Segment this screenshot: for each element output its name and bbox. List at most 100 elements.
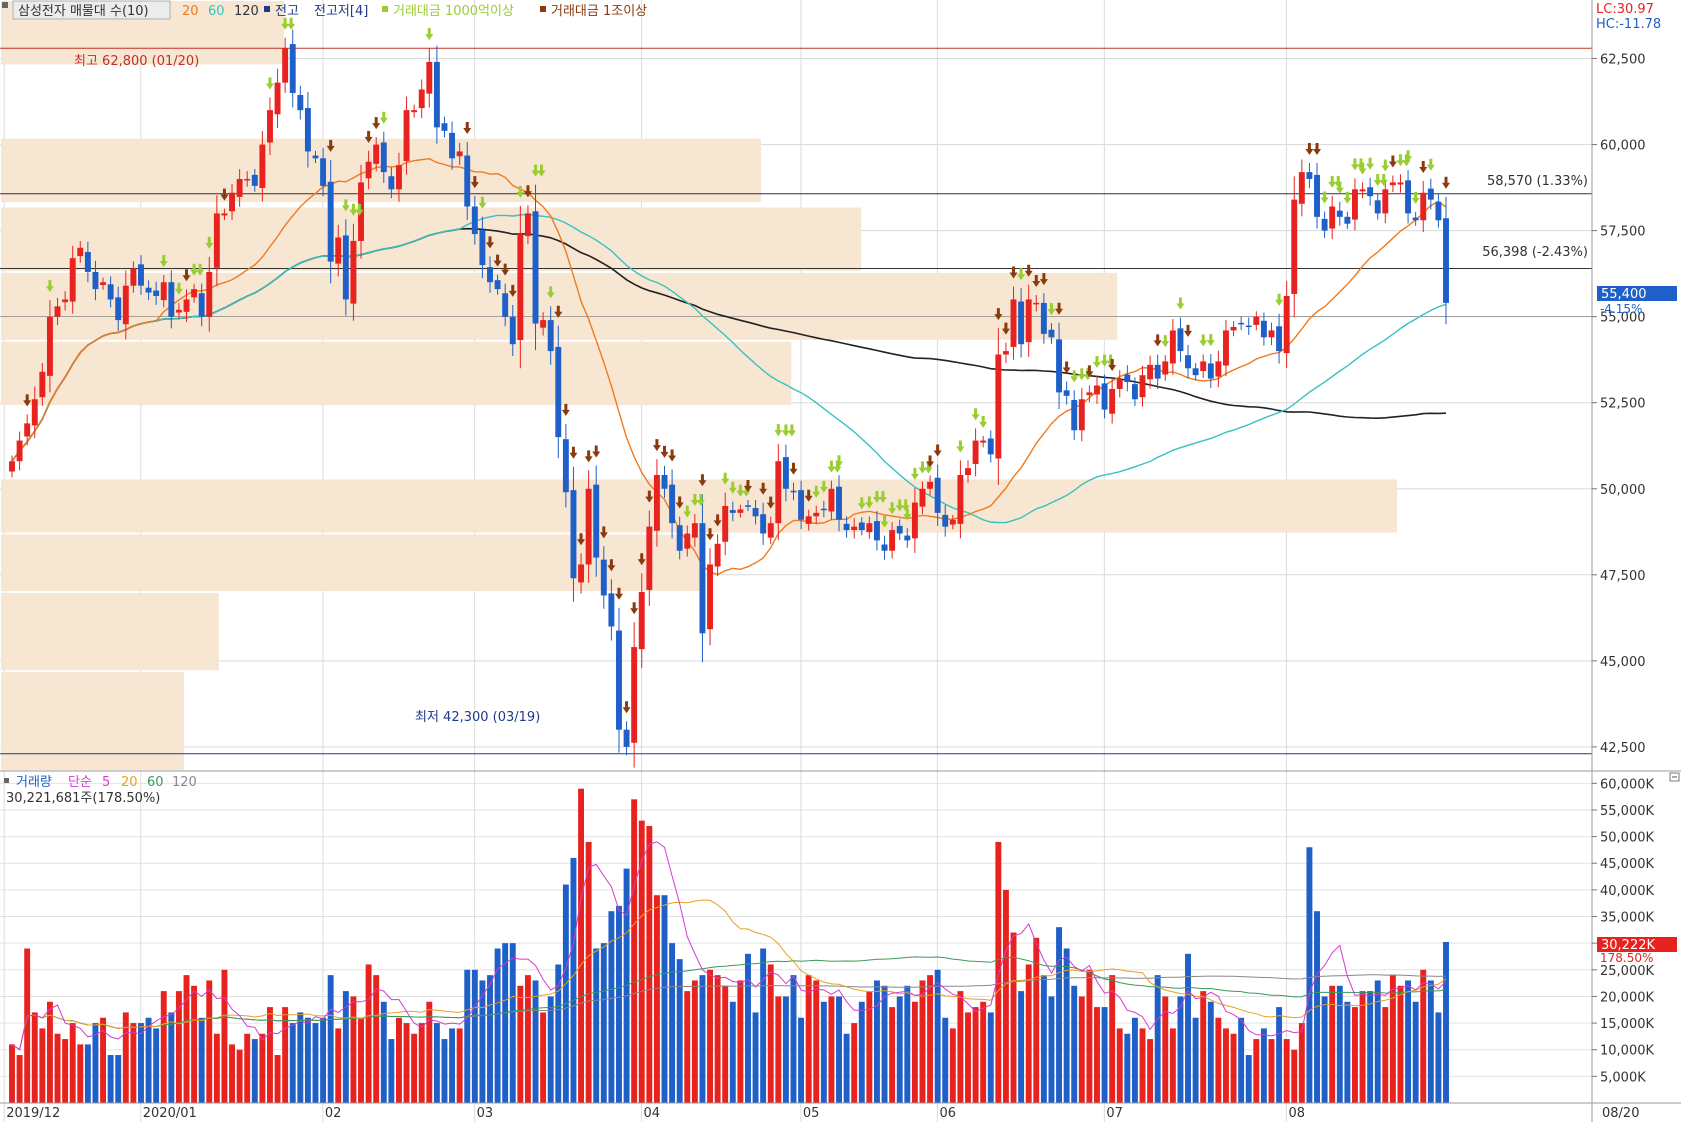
candle-body [502, 293, 509, 317]
volume-tick-label: 10,000K [1600, 1044, 1654, 1059]
legend-marker [2, 2, 8, 8]
candle-body [236, 178, 243, 197]
volume-bar [1405, 980, 1412, 1103]
candle-body [1283, 296, 1290, 354]
x-axis-label: 2020/01 [143, 1106, 197, 1121]
candle-body [1260, 320, 1267, 338]
volume-bar [904, 985, 911, 1103]
candle-body [669, 484, 676, 524]
candle-body [1010, 299, 1017, 347]
candle-body [191, 289, 198, 298]
volume-bar [1215, 1017, 1222, 1103]
candle-body [122, 285, 129, 325]
candle-body [1101, 383, 1108, 410]
volume-bar [1260, 1028, 1267, 1103]
candle-body [562, 439, 569, 493]
volume-bar [1063, 948, 1070, 1103]
volume-bar [707, 969, 713, 1103]
candle-body [16, 440, 23, 462]
lc-readout: LC:30.97 [1596, 2, 1654, 17]
candle-body [350, 240, 357, 304]
candle-body [927, 481, 934, 489]
candle-body [631, 647, 638, 743]
candle-body [494, 280, 501, 290]
volume-bar [1040, 975, 1047, 1103]
candle-body [547, 320, 554, 352]
candle-body [1078, 399, 1085, 431]
candle-body [1185, 355, 1191, 369]
candle-body [767, 523, 774, 538]
candle-body [1207, 363, 1214, 379]
volume-bar [1435, 1012, 1442, 1103]
volume-bar [62, 1039, 69, 1103]
volume-bar [836, 996, 842, 1103]
volume-bar [487, 975, 493, 1103]
x-axis-label: 04 [644, 1106, 661, 1121]
candle-body [524, 213, 531, 237]
candle-body [1192, 368, 1199, 376]
volume-profile-bar [1, 593, 219, 671]
candle-body [1245, 325, 1252, 328]
vol-ma20: 20 [121, 775, 138, 790]
volume-bar [1025, 964, 1032, 1103]
candle-body [160, 282, 167, 301]
volume-bar [327, 975, 334, 1103]
candle-body [1367, 187, 1374, 197]
candle-body [342, 235, 349, 300]
candle-body [1215, 361, 1222, 377]
volume-bar [107, 1055, 114, 1103]
candle-body [608, 593, 615, 627]
legend-value-1t: 거래대금 1조이상 [551, 4, 647, 19]
candle-body [221, 213, 228, 216]
volume-bar [213, 1033, 220, 1103]
volume-bar [1268, 1039, 1275, 1103]
level1-label: 58,570 (1.33%) [1487, 174, 1588, 189]
price-legend: 삼성전자 매물대 수(10) 20 60 120 전고 전고저[4] 거래대금 … [2, 0, 647, 20]
candle-body [1389, 182, 1396, 186]
volume-bar [843, 1033, 850, 1103]
candle-body [1276, 326, 1283, 352]
candle-body [320, 158, 327, 186]
volume-bar [570, 857, 577, 1103]
candle-body [426, 61, 433, 94]
price-tick-label: 52,500 [1600, 397, 1646, 412]
candle-body [441, 123, 448, 131]
candle-body [1154, 364, 1161, 379]
legend-ma120: 120 [234, 4, 259, 19]
candle-body [130, 268, 137, 286]
volume-bar [1116, 1028, 1123, 1103]
volume-bar [1124, 1033, 1131, 1103]
volume-bar [745, 953, 751, 1103]
volume-bar [229, 1044, 235, 1103]
candle-body [1443, 218, 1449, 303]
volume-bar [1245, 1055, 1252, 1103]
volume-bar [851, 1023, 858, 1103]
volume-bar [547, 996, 554, 1103]
vol-ma60: 60 [147, 775, 164, 790]
price-tick-label: 57,500 [1600, 225, 1646, 240]
candle-body [1329, 206, 1336, 229]
volume-tick-label: 40,000K [1600, 884, 1654, 899]
volume-bar [669, 943, 676, 1103]
volume-bar [274, 1055, 281, 1103]
candle-body [1040, 302, 1047, 334]
volume-bar [221, 969, 228, 1103]
volume-bar [1071, 985, 1078, 1103]
candle-body [54, 306, 61, 317]
candle-body [1169, 330, 1176, 364]
volume-bar [39, 1028, 46, 1103]
candle-body [949, 519, 956, 525]
volume-bar [760, 948, 767, 1103]
candle-body [77, 247, 84, 257]
legend-prev-high-low: 전고저[4] [314, 4, 368, 19]
x-axis-label: 2019/12 [6, 1106, 60, 1121]
price-tick-label: 50,000 [1600, 483, 1646, 498]
legend-ma60: 60 [208, 4, 225, 19]
volume-bar [805, 975, 812, 1103]
volume-bar [358, 1017, 364, 1103]
candle-body [1268, 330, 1275, 338]
price-tick-label: 45,000 [1600, 655, 1646, 670]
candle-body [745, 505, 751, 507]
volume-bar [699, 975, 706, 1103]
candle-body [1397, 182, 1404, 185]
